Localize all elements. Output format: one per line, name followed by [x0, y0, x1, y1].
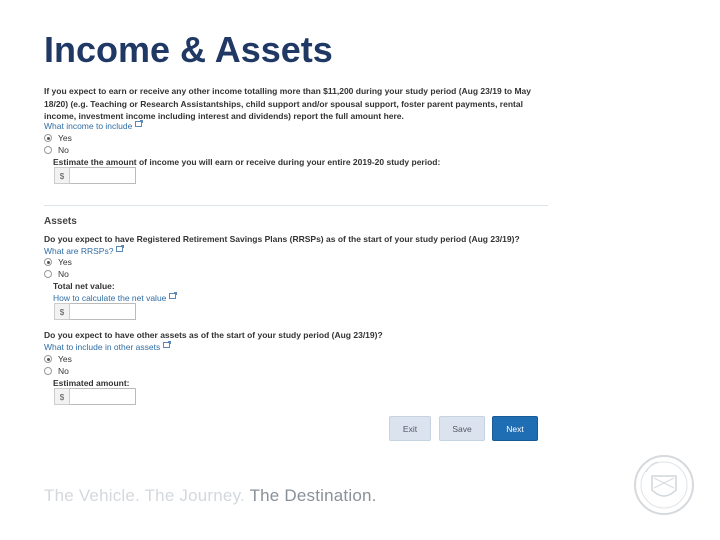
radio-unselected-icon[interactable]	[44, 367, 52, 375]
tagline-part1: The Vehicle. The Journey.	[44, 486, 250, 505]
other-assets-help-link[interactable]: What to include in other assets	[44, 341, 172, 353]
other-radio-no[interactable]: No	[44, 365, 69, 377]
external-link-icon	[116, 245, 125, 252]
estimated-amount-input[interactable]: $	[54, 388, 136, 405]
currency-prefix: $	[54, 167, 70, 184]
external-link-icon	[135, 120, 144, 127]
estimated-amount-field[interactable]	[70, 388, 136, 405]
income-help-link-text[interactable]: What income to include	[44, 121, 132, 131]
exit-button[interactable]: Exit	[389, 416, 431, 441]
income-no-label: No	[58, 145, 69, 155]
income-radio-no[interactable]: No	[44, 144, 69, 156]
income-amount-input[interactable]: $	[54, 167, 136, 184]
net-value-label: Total net value:	[53, 281, 115, 291]
tagline-part2: The Destination.	[249, 486, 377, 505]
rrsp-help-link-text[interactable]: What are RRSPs?	[44, 246, 113, 256]
rrsp-yes-label: Yes	[58, 257, 72, 267]
rrsp-question: Do you expect to have Registered Retirem…	[44, 234, 520, 244]
income-radio-yes[interactable]: Yes	[44, 132, 72, 144]
next-button[interactable]: Next	[492, 416, 538, 441]
currency-prefix: $	[54, 388, 70, 405]
other-radio-yes[interactable]: Yes	[44, 353, 72, 365]
radio-unselected-icon[interactable]	[44, 270, 52, 278]
income-yes-label: Yes	[58, 133, 72, 143]
radio-selected-icon[interactable]	[44, 134, 52, 142]
slide-title: Income & Assets	[44, 29, 333, 70]
external-link-icon	[169, 292, 178, 299]
rrsp-no-label: No	[58, 269, 69, 279]
rrsp-radio-no[interactable]: No	[44, 268, 69, 280]
section-divider	[44, 205, 548, 206]
radio-selected-icon[interactable]	[44, 258, 52, 266]
radio-selected-icon[interactable]	[44, 355, 52, 363]
income-question: If you expect to earn or receive any oth…	[44, 86, 531, 121]
other-assets-help-link-text[interactable]: What to include in other assets	[44, 342, 160, 352]
income-amount-field[interactable]	[70, 167, 136, 184]
net-value-field[interactable]	[70, 303, 136, 320]
external-link-icon	[163, 341, 172, 348]
radio-unselected-icon[interactable]	[44, 146, 52, 154]
other-yes-label: Yes	[58, 354, 72, 364]
assets-heading: Assets	[44, 216, 77, 227]
save-button[interactable]: Save	[439, 416, 485, 441]
currency-prefix: $	[54, 303, 70, 320]
rrsp-radio-yes[interactable]: Yes	[44, 256, 72, 268]
net-value-input[interactable]: $	[54, 303, 136, 320]
tagline: The Vehicle. The Journey. The Destinatio…	[44, 486, 377, 506]
net-value-help-link-text[interactable]: How to calculate the net value	[53, 293, 166, 303]
other-assets-question: Do you expect to have other assets as of…	[44, 330, 383, 340]
other-no-label: No	[58, 366, 69, 376]
income-help-link[interactable]: What income to include	[44, 120, 144, 132]
university-seal-logo	[634, 455, 694, 515]
